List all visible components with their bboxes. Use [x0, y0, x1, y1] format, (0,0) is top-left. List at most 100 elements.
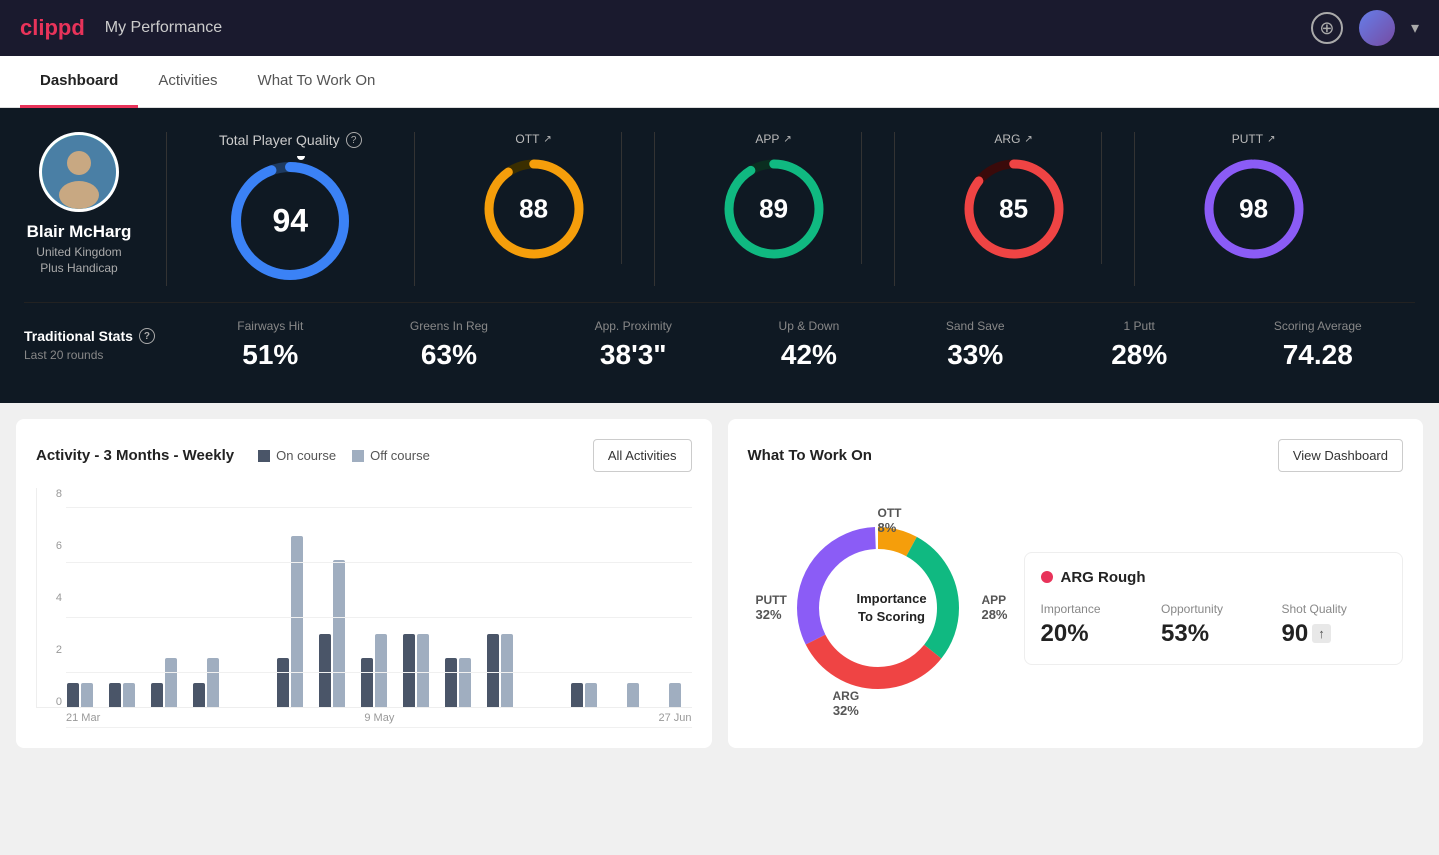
arg-value: 85	[999, 194, 1028, 225]
bar-group	[193, 658, 230, 707]
arg-arrow-icon: ↗	[1024, 134, 1032, 145]
tab-activities[interactable]: Activities	[138, 56, 237, 108]
arg-circle: 85	[959, 154, 1069, 264]
header-right: ⊕ ▾	[1311, 10, 1419, 46]
chart-bars-container	[36, 488, 692, 708]
legend-offcourse: Off course	[352, 448, 430, 463]
info-icon[interactable]: ?	[346, 132, 362, 148]
plus-icon: ⊕	[1319, 18, 1334, 39]
x-label-3: 27 Jun	[658, 712, 691, 724]
arg-score: ARG ↗ 85	[927, 132, 1102, 264]
activity-panel: Activity - 3 Months - Weekly On course O…	[16, 419, 712, 748]
trad-stats-label: Traditional Stats ? Last 20 rounds	[24, 328, 184, 362]
activity-chart: 21 Mar 9 May 27 Jun 0 2 4 6 8	[36, 488, 692, 728]
header-left: clippd My Performance	[20, 15, 222, 41]
logo[interactable]: clippd	[20, 15, 85, 41]
donut-center-text: ImportanceTo Scoring	[856, 590, 926, 626]
trad-info-icon[interactable]: ?	[139, 328, 155, 344]
y-label-6: 6	[36, 540, 62, 552]
add-button[interactable]: ⊕	[1311, 12, 1343, 44]
tab-what-to-work-on[interactable]: What To Work On	[238, 56, 396, 108]
putt-label: PUTT ↗	[1232, 132, 1276, 146]
putt-arrow-icon: ↗	[1267, 134, 1275, 145]
bar-offcourse	[165, 658, 177, 707]
bar-group	[67, 683, 104, 707]
putt-value: 98	[1239, 194, 1268, 225]
ott-score: OTT ↗ 88	[447, 132, 622, 264]
avatar[interactable]	[1359, 10, 1395, 46]
donut-label-putt: PUTT32%	[756, 593, 787, 622]
shot-quality-badge: ↑	[1312, 624, 1331, 643]
y-label-0: 0	[36, 696, 62, 708]
trad-updown: Up & Down 42%	[779, 319, 840, 371]
bar-offcourse	[669, 683, 681, 707]
bar-offcourse	[459, 658, 471, 707]
y-label-2: 2	[36, 644, 62, 656]
app-circle: 89	[719, 154, 829, 264]
app-score: APP ↗ 89	[687, 132, 862, 264]
total-quality-score: 94	[273, 203, 309, 240]
view-dashboard-button[interactable]: View Dashboard	[1278, 439, 1403, 472]
legend-oncourse: On course	[258, 448, 336, 463]
arg-rough-card: ARG Rough Importance 20% Opportunity 53%…	[1024, 552, 1404, 665]
bar-offcourse	[375, 634, 387, 707]
trad-stats-items: Fairways Hit 51% Greens In Reg 63% App. …	[184, 319, 1415, 371]
player-avatar	[39, 132, 119, 212]
tab-dashboard[interactable]: Dashboard	[20, 56, 138, 108]
player-country: United Kingdom	[36, 245, 121, 259]
activity-title: Activity - 3 Months - Weekly	[36, 447, 234, 464]
page-title: My Performance	[105, 19, 222, 37]
ott-circle: 88	[479, 154, 589, 264]
bar-group	[361, 634, 398, 707]
work-on-title: What To Work On	[748, 447, 872, 464]
bar-offcourse	[585, 683, 597, 707]
all-activities-button[interactable]: All Activities	[593, 439, 692, 472]
arg-rough-title: ARG Rough	[1041, 569, 1387, 586]
chart-legend: On course Off course	[258, 448, 430, 463]
bar-oncourse	[445, 658, 457, 707]
bar-offcourse	[81, 683, 93, 707]
trad-scoring: Scoring Average 74.28	[1274, 319, 1362, 371]
bar-oncourse	[361, 658, 373, 707]
nav-tabs: Dashboard Activities What To Work On	[0, 56, 1439, 108]
ott-arrow-icon: ↗	[543, 134, 551, 145]
app-label: APP ↗	[755, 132, 791, 146]
ott-label: OTT ↗	[515, 132, 551, 146]
bar-group	[655, 683, 692, 707]
bar-oncourse	[403, 634, 415, 707]
x-label-1: 21 Mar	[66, 712, 100, 724]
bar-group	[319, 560, 356, 707]
bar-offcourse	[207, 658, 219, 707]
oncourse-dot	[258, 450, 270, 462]
bar-group	[487, 634, 524, 707]
bar-offcourse	[417, 634, 429, 707]
bar-offcourse	[123, 683, 135, 707]
bar-oncourse	[193, 683, 205, 707]
traditional-stats: Traditional Stats ? Last 20 rounds Fairw…	[24, 302, 1415, 371]
offcourse-dot	[352, 450, 364, 462]
y-label-4: 4	[36, 592, 62, 604]
total-quality-label: Total Player Quality ?	[219, 132, 362, 148]
bar-oncourse	[277, 658, 289, 707]
x-label-2: 9 May	[364, 712, 394, 724]
metric-shot-quality: Shot Quality 90 ↑	[1282, 602, 1387, 648]
bar-group	[403, 634, 440, 707]
player-handicap: Plus Handicap	[40, 261, 117, 275]
ott-value: 88	[519, 194, 548, 225]
arg-label: ARG ↗	[994, 132, 1032, 146]
work-on-content: ImportanceTo Scoring OTT8% APP28% ARG32%…	[748, 488, 1404, 728]
putt-circle: 98	[1199, 154, 1309, 264]
trad-1putt: 1 Putt 28%	[1111, 319, 1167, 371]
activity-panel-header: Activity - 3 Months - Weekly On course O…	[36, 439, 692, 472]
bar-group	[109, 683, 146, 707]
chevron-down-icon: ▾	[1411, 18, 1419, 38]
bar-offcourse	[501, 634, 513, 707]
bar-offcourse	[627, 683, 639, 707]
donut-label-app: APP28%	[981, 593, 1007, 622]
trad-proximity: App. Proximity 38'3"	[595, 319, 672, 371]
bar-group	[571, 683, 608, 707]
app-value: 89	[759, 194, 788, 225]
bar-oncourse	[571, 683, 583, 707]
bar-oncourse	[487, 634, 499, 707]
chart-x-axis: 21 Mar 9 May 27 Jun	[36, 708, 692, 724]
